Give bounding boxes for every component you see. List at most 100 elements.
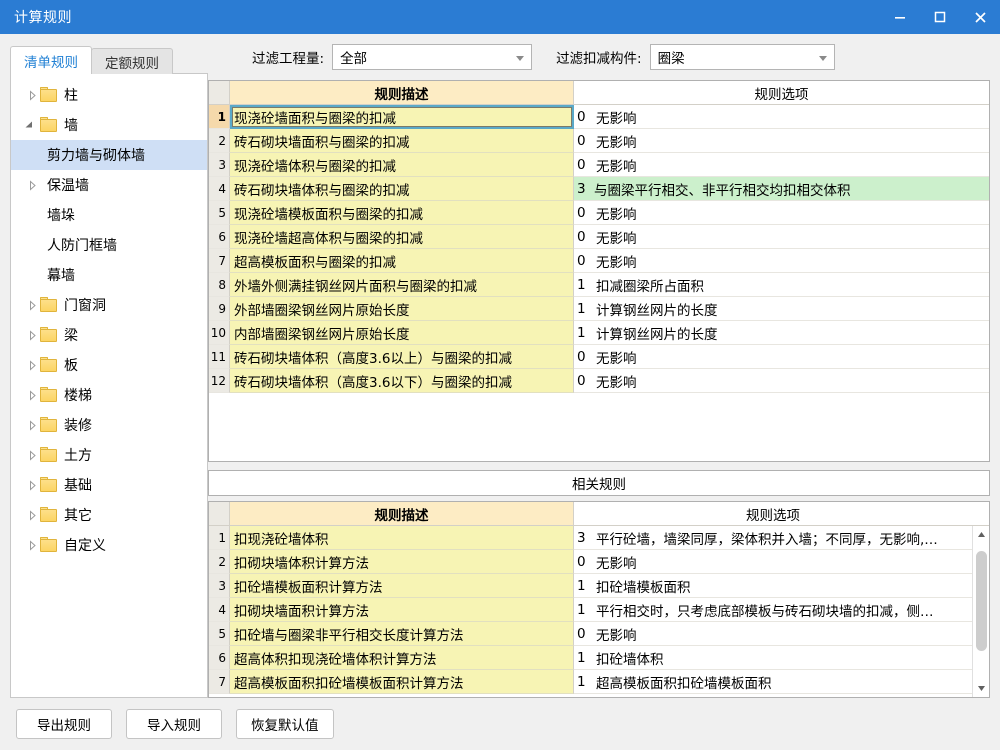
minimize-button[interactable] [880, 0, 920, 34]
table-row[interactable]: 3 扣砼墙模板面积计算方法 1 扣砼墙模板面积 [209, 574, 972, 598]
tree-item[interactable]: 板 [11, 350, 207, 380]
rule-description-cell[interactable]: 现浇砼墙模板面积与圈梁的扣减 [230, 201, 574, 225]
expand-arrow-icon[interactable] [21, 417, 37, 433]
table-row[interactable]: 11 砖石砌块墙体积（高度3.6以上）与圈梁的扣减 0 无影响 [209, 345, 989, 369]
tree-item[interactable]: 门窗洞 [11, 290, 207, 320]
rule-option-cell[interactable]: 0 无影响 [574, 225, 989, 249]
rule-description-cell[interactable]: 现浇砼墙面积与圈梁的扣减 [230, 105, 574, 129]
table-row[interactable]: 7 超高模板面积与圈梁的扣减 0 无影响 [209, 249, 989, 273]
category-tree[interactable]: 柱墙剪力墙与砌体墙 保温墙 墙垛 人防门框墙 幕墙 门窗洞梁板楼梯 装修 土方 基础 其它 自定义 [10, 73, 208, 698]
expand-arrow-icon[interactable] [21, 537, 37, 553]
rule-description-cell[interactable]: 超高模板面积扣砼墙模板面积计算方法 [230, 670, 574, 694]
rule-option-cell[interactable]: 0 无影响 [574, 550, 972, 574]
table-row[interactable]: 1 扣现浇砼墙体积 3 平行砼墙，墙梁同厚，梁体积并入墙；不同厚，无影响,… [209, 526, 972, 550]
related-grid-header-description[interactable]: 规则描述 [230, 502, 574, 526]
rule-description-cell[interactable]: 现浇砼墙体积与圈梁的扣减 [230, 153, 574, 177]
scroll-up-button[interactable] [973, 526, 990, 543]
table-row[interactable]: 5 扣砼墙与圈梁非平行相交长度计算方法 0 无影响 [209, 622, 972, 646]
tree-item[interactable]: 梁 [11, 320, 207, 350]
rule-option-cell[interactable]: 0 无影响 [574, 129, 989, 153]
expand-arrow-icon[interactable] [21, 357, 37, 373]
rule-option-cell[interactable]: 0 无影响 [574, 622, 972, 646]
main-grid-rows[interactable]: 1 现浇砼墙面积与圈梁的扣减 0 无影响 2 砖石砌块墙面积与圈梁的扣减 0 无影响 3 现浇砼墙… [209, 105, 989, 461]
filter-component-select[interactable]: 圈梁 [649, 44, 835, 70]
rule-option-cell[interactable]: 1 计算钢丝网片的长度 [574, 321, 989, 345]
tree-item[interactable]: 墙 [11, 110, 207, 140]
expand-arrow-icon[interactable] [21, 447, 37, 463]
expand-arrow-icon[interactable] [21, 297, 37, 313]
table-row[interactable]: 9 外部墙圈梁钢丝网片原始长度 1 计算钢丝网片的长度 [209, 297, 989, 321]
table-row[interactable]: 5 现浇砼墙模板面积与圈梁的扣减 0 无影响 [209, 201, 989, 225]
tab-quota-rules[interactable]: 定额规则 [91, 48, 173, 74]
rule-description-cell[interactable]: 外墙外侧满挂钢丝网片面积与圈梁的扣减 [230, 273, 574, 297]
filter-quantity-select[interactable]: 全部 [332, 44, 533, 70]
export-rules-button[interactable]: 导出规则 [16, 709, 112, 739]
main-grid-header-option[interactable]: 规则选项 [574, 81, 989, 105]
rule-description-cell[interactable]: 砖石砌块墙体积与圈梁的扣减 [230, 177, 574, 201]
tree-item[interactable]: 墙垛 [11, 200, 207, 230]
table-row[interactable]: 2 砖石砌块墙面积与圈梁的扣减 0 无影响 [209, 129, 989, 153]
tree-item[interactable]: 自定义 [11, 530, 207, 560]
related-grid-rows[interactable]: 1 扣现浇砼墙体积 3 平行砼墙，墙梁同厚，梁体积并入墙；不同厚，无影响,… 2 扣砌块墙… [209, 526, 972, 697]
rule-option-cell[interactable]: 0 无影响 [574, 345, 989, 369]
rule-option-cell[interactable]: 3 与圈梁平行相交、非平行相交均扣相交体积 [574, 177, 989, 201]
rule-description-cell[interactable]: 扣砌块墙面积计算方法 [230, 598, 574, 622]
rule-description-cell[interactable]: 砖石砌块墙体积（高度3.6以下）与圈梁的扣减 [230, 369, 574, 393]
table-row[interactable]: 2 扣砌块墙体积计算方法 0 无影响 [209, 550, 972, 574]
tree-item[interactable]: 土方 [11, 440, 207, 470]
rule-option-cell[interactable]: 0 无影响 [574, 369, 989, 393]
rule-description-cell[interactable]: 砖石砌块墙体积（高度3.6以上）与圈梁的扣减 [230, 345, 574, 369]
import-rules-button[interactable]: 导入规则 [126, 709, 222, 739]
rule-description-cell[interactable]: 现浇砼墙超高体积与圈梁的扣减 [230, 225, 574, 249]
rule-option-cell[interactable]: 0 无影响 [574, 249, 989, 273]
tree-item[interactable]: 保温墙 [11, 170, 207, 200]
maximize-button[interactable] [920, 0, 960, 34]
tab-list-rules[interactable]: 清单规则 [10, 46, 92, 74]
rule-option-cell[interactable]: 1 扣减圈梁所占面积 [574, 273, 989, 297]
rule-description-cell[interactable]: 扣砼墙与圈梁非平行相交长度计算方法 [230, 622, 574, 646]
rule-option-cell[interactable]: 1 扣砼墙体积 [574, 646, 972, 670]
scroll-down-button[interactable] [973, 680, 990, 697]
rule-description-cell[interactable]: 超高模板面积与圈梁的扣减 [230, 249, 574, 273]
tree-item[interactable]: 楼梯 [11, 380, 207, 410]
tree-item[interactable]: 剪力墙与砌体墙 [11, 140, 207, 170]
scrollbar-track[interactable] [973, 543, 990, 680]
expand-arrow-icon[interactable] [21, 327, 37, 343]
expand-arrow-icon[interactable] [21, 507, 37, 523]
collapse-arrow-icon[interactable] [21, 117, 37, 133]
tree-item[interactable]: 人防门框墙 [11, 230, 207, 260]
tree-item[interactable]: 基础 [11, 470, 207, 500]
rule-description-cell[interactable]: 内部墙圈梁钢丝网片原始长度 [230, 321, 574, 345]
rule-description-cell[interactable]: 扣现浇砼墙体积 [230, 526, 574, 550]
rule-option-cell[interactable]: 1 计算钢丝网片的长度 [574, 297, 989, 321]
restore-defaults-button[interactable]: 恢复默认值 [236, 709, 334, 739]
rule-description-cell[interactable]: 外部墙圈梁钢丝网片原始长度 [230, 297, 574, 321]
expand-arrow-icon[interactable] [21, 177, 37, 193]
table-row[interactable]: 8 外墙外侧满挂钢丝网片面积与圈梁的扣减 1 扣减圈梁所占面积 [209, 273, 989, 297]
rule-description-cell[interactable]: 超高体积扣现浇砼墙体积计算方法 [230, 646, 574, 670]
expand-arrow-icon[interactable] [21, 387, 37, 403]
table-row[interactable]: 4 砖石砌块墙体积与圈梁的扣减 3 与圈梁平行相交、非平行相交均扣相交体积 [209, 177, 989, 201]
tree-item[interactable]: 装修 [11, 410, 207, 440]
table-row[interactable]: 10 内部墙圈梁钢丝网片原始长度 1 计算钢丝网片的长度 [209, 321, 989, 345]
rule-description-cell[interactable]: 砖石砌块墙面积与圈梁的扣减 [230, 129, 574, 153]
table-row[interactable]: 7 超高模板面积扣砼墙模板面积计算方法 1 超高模板面积扣砼墙模板面积 [209, 670, 972, 694]
main-grid-header-description[interactable]: 规则描述 [230, 81, 574, 105]
table-row[interactable]: 3 现浇砼墙体积与圈梁的扣减 0 无影响 [209, 153, 989, 177]
rule-option-cell[interactable]: 0 无影响 [574, 153, 989, 177]
rule-option-cell[interactable]: 1 超高模板面积扣砼墙模板面积 [574, 670, 972, 694]
scrollbar-thumb[interactable] [975, 551, 987, 651]
table-row[interactable]: 6 超高体积扣现浇砼墙体积计算方法 1 扣砼墙体积 [209, 646, 972, 670]
rule-option-cell[interactable]: 0 无影响 [574, 105, 989, 129]
vertical-scrollbar[interactable] [972, 526, 989, 697]
rule-option-cell[interactable]: 0 无影响 [574, 201, 989, 225]
table-row[interactable]: 4 扣砌块墙面积计算方法 1 平行相交时，只考虑底部模板与砖石砌块墙的扣减，侧… [209, 598, 972, 622]
tree-item[interactable]: 柱 [11, 80, 207, 110]
tree-item[interactable]: 幕墙 [11, 260, 207, 290]
expand-arrow-icon[interactable] [21, 477, 37, 493]
table-row[interactable]: 12 砖石砌块墙体积（高度3.6以下）与圈梁的扣减 0 无影响 [209, 369, 989, 393]
close-button[interactable] [960, 0, 1000, 34]
expand-arrow-icon[interactable] [21, 87, 37, 103]
rule-option-cell[interactable]: 3 平行砼墙，墙梁同厚，梁体积并入墙；不同厚，无影响,… [574, 526, 972, 550]
table-row[interactable]: 1 现浇砼墙面积与圈梁的扣减 0 无影响 [209, 105, 989, 129]
